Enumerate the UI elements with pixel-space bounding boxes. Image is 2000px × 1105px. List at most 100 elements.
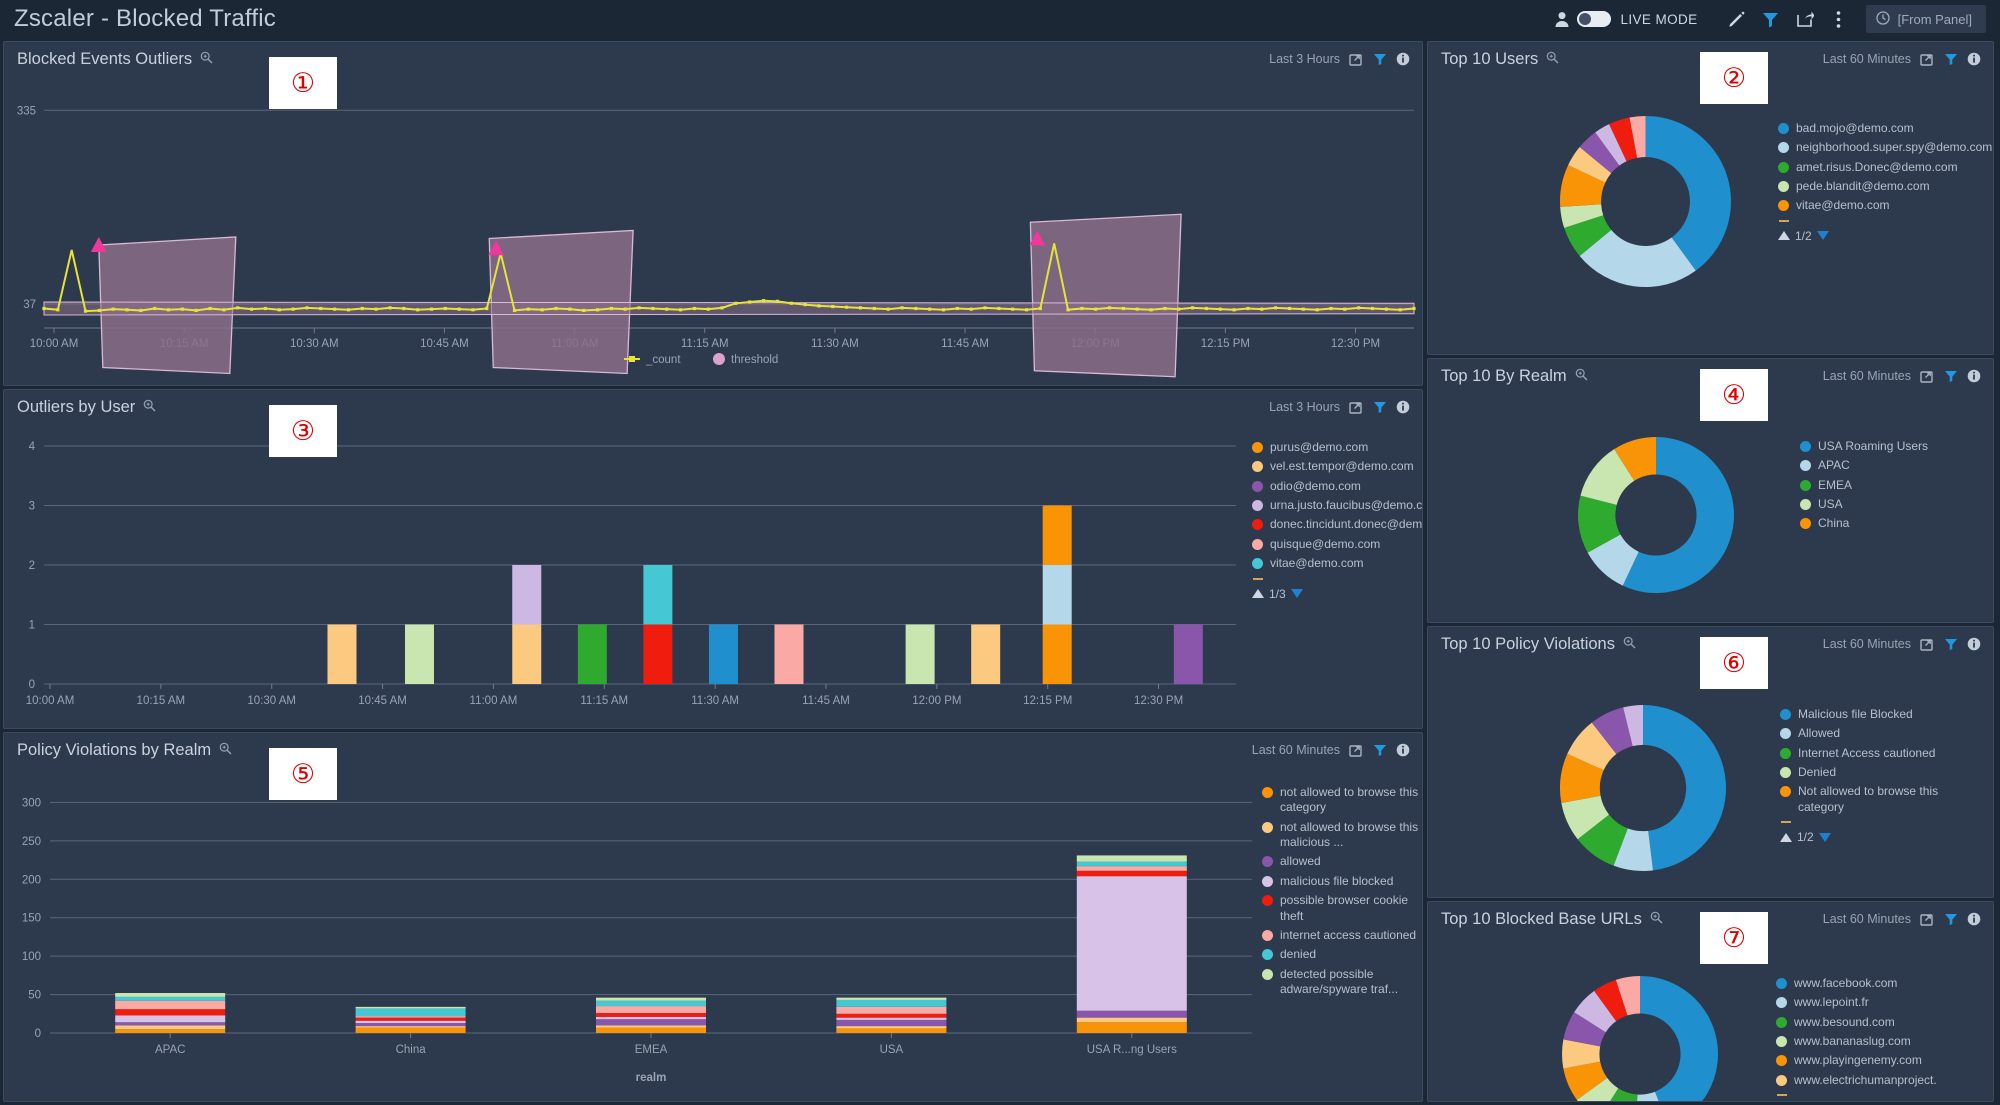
top10-by-realm-legend-item[interactable]: China: [1800, 516, 1990, 531]
bar-segment[interactable]: [643, 565, 673, 625]
bar-segment[interactable]: [596, 1006, 706, 1014]
search-icon[interactable]: [143, 399, 156, 415]
bar-segment[interactable]: [596, 1027, 706, 1033]
legend-page-up-icon[interactable]: [1778, 231, 1790, 241]
open-in-new-icon[interactable]: [1349, 743, 1364, 758]
bar-segment[interactable]: [115, 1000, 226, 1010]
bar-segment[interactable]: [512, 565, 542, 625]
bar-segment[interactable]: [115, 993, 226, 997]
bar-segment[interactable]: [355, 1008, 466, 1017]
info-icon[interactable]: [1396, 743, 1410, 757]
top10-blocked-base-urls-legend-item[interactable]: www.lepoint.fr: [1776, 995, 1981, 1010]
bar-segment[interactable]: [577, 624, 607, 685]
policy-violations-legend-item[interactable]: possible browser cookie theft: [1262, 893, 1422, 924]
bar-segment[interactable]: [643, 624, 673, 685]
legend-page-down-icon[interactable]: [1818, 832, 1831, 842]
bar-segment[interactable]: [404, 624, 434, 685]
filter-icon[interactable]: [1373, 743, 1387, 757]
top10-users-legend-item[interactable]: vitae@demo.com: [1778, 198, 1988, 213]
bar-segment[interactable]: [115, 1029, 226, 1033]
search-icon[interactable]: [1623, 636, 1636, 652]
time-range-selector[interactable]: [From Panel]: [1865, 5, 1986, 33]
top10-blocked-base-urls-legend-item[interactable]: www.besound.com: [1776, 1015, 1981, 1030]
bar-segment[interactable]: [355, 1020, 466, 1024]
bar-segment[interactable]: [115, 996, 226, 1001]
open-in-new-icon[interactable]: [1349, 52, 1364, 67]
pencil-icon[interactable]: [1720, 2, 1754, 36]
bar-segment[interactable]: [836, 1019, 947, 1027]
bar-segment[interactable]: [596, 1016, 706, 1020]
top10-blocked-base-urls-legend-item[interactable]: www.facebook.com: [1776, 976, 1981, 991]
open-in-new-icon[interactable]: [1920, 637, 1935, 652]
search-icon[interactable]: [1650, 911, 1663, 927]
bar-segment[interactable]: [596, 1013, 706, 1017]
bar-segment[interactable]: [355, 1006, 466, 1009]
filter-icon[interactable]: [1944, 52, 1958, 66]
bar-segment[interactable]: [355, 1017, 466, 1021]
bar-segment[interactable]: [836, 1017, 947, 1020]
legend-page-down-icon[interactable]: [1816, 231, 1829, 241]
top10-users-legend-item[interactable]: amet.risus.Donec@demo.com: [1778, 160, 1988, 175]
info-icon[interactable]: [1967, 369, 1981, 383]
outliers-by-user-legend-item[interactable]: donec.tincidunt.donec@demo.com: [1252, 517, 1422, 532]
share-icon[interactable]: [1788, 2, 1822, 36]
bar-segment[interactable]: [1042, 505, 1072, 566]
bar-segment[interactable]: [1076, 870, 1187, 877]
bar-segment[interactable]: [596, 997, 706, 1001]
donut-slice[interactable]: [1640, 976, 1719, 1102]
policy-violations-legend-item[interactable]: allowed: [1262, 854, 1422, 869]
bar-segment[interactable]: [115, 1022, 226, 1026]
filter-icon[interactable]: [1373, 52, 1387, 66]
bar-segment[interactable]: [1042, 565, 1072, 625]
search-icon[interactable]: [200, 51, 213, 67]
open-in-new-icon[interactable]: [1920, 369, 1935, 384]
policy-violations-legend-item[interactable]: denied: [1262, 947, 1422, 962]
bar-segment[interactable]: [836, 1026, 947, 1029]
bar-segment[interactable]: [1042, 624, 1072, 685]
legend-pager[interactable]: 1/2: [1780, 830, 1980, 844]
top10-blocked-base-urls-legend-item[interactable]: www.electrichumanproject.: [1776, 1073, 1981, 1088]
legend-pager[interactable]: 1/3: [1252, 587, 1418, 601]
bar-segment[interactable]: [327, 624, 357, 685]
search-icon[interactable]: [1546, 51, 1559, 67]
bar-segment[interactable]: [1076, 1010, 1187, 1018]
live-mode-toggle[interactable]: [1577, 11, 1612, 27]
search-icon[interactable]: [219, 742, 232, 758]
policy-violations-legend-item[interactable]: detected possible adware/spyware traf...: [1262, 967, 1422, 998]
open-in-new-icon[interactable]: [1349, 400, 1364, 415]
bar-segment[interactable]: [512, 624, 542, 685]
bar-segment[interactable]: [708, 624, 738, 685]
top10-by-realm-legend-item[interactable]: APAC: [1800, 458, 1990, 473]
filter-icon[interactable]: [1373, 400, 1387, 414]
outliers-by-user-legend-item[interactable]: vel.est.tempor@demo.com: [1252, 459, 1418, 474]
bar-segment[interactable]: [1076, 1017, 1187, 1023]
legend-page-up-icon[interactable]: [1252, 589, 1264, 599]
top10-policy-violations-legend-item[interactable]: Denied: [1780, 765, 1980, 780]
kebab-menu-icon[interactable]: [1822, 2, 1856, 36]
outliers-by-user-legend-item[interactable]: quisque@demo.com: [1252, 537, 1418, 552]
bar-segment[interactable]: [836, 1013, 947, 1018]
info-icon[interactable]: [1967, 912, 1981, 926]
top10-blocked-base-urls-legend-item[interactable]: www.bananaslug.com: [1776, 1034, 1981, 1049]
bar-segment[interactable]: [1076, 861, 1187, 867]
bar-segment[interactable]: [355, 1027, 466, 1033]
top10-by-realm-legend-item[interactable]: USA: [1800, 497, 1990, 512]
bar-segment[interactable]: [355, 1023, 466, 1027]
top10-policy-violations-legend-item[interactable]: Not allowed to browse this category: [1780, 784, 1980, 815]
bar-segment[interactable]: [1076, 876, 1187, 1011]
top10-policy-violations-legend-item[interactable]: Internet Access cautioned: [1780, 746, 1980, 761]
bar-segment[interactable]: [1076, 855, 1187, 862]
policy-violations-legend-item[interactable]: internet access cautioned: [1262, 928, 1422, 943]
outliers-by-user-legend-item[interactable]: vitae@demo.com: [1252, 556, 1418, 571]
info-icon[interactable]: [1967, 637, 1981, 651]
filter-icon[interactable]: [1944, 912, 1958, 926]
open-in-new-icon[interactable]: [1920, 912, 1935, 927]
top10-by-realm-legend-item[interactable]: USA Roaming Users: [1800, 439, 1990, 454]
info-icon[interactable]: [1396, 52, 1410, 66]
bar-segment[interactable]: [774, 624, 804, 685]
bar-segment[interactable]: [971, 624, 1001, 685]
policy-violations-legend-item[interactable]: malicious file blocked: [1262, 874, 1422, 889]
bar-segment[interactable]: [836, 997, 947, 1000]
bar-segment[interactable]: [355, 1026, 466, 1028]
bar-segment[interactable]: [1173, 624, 1203, 685]
